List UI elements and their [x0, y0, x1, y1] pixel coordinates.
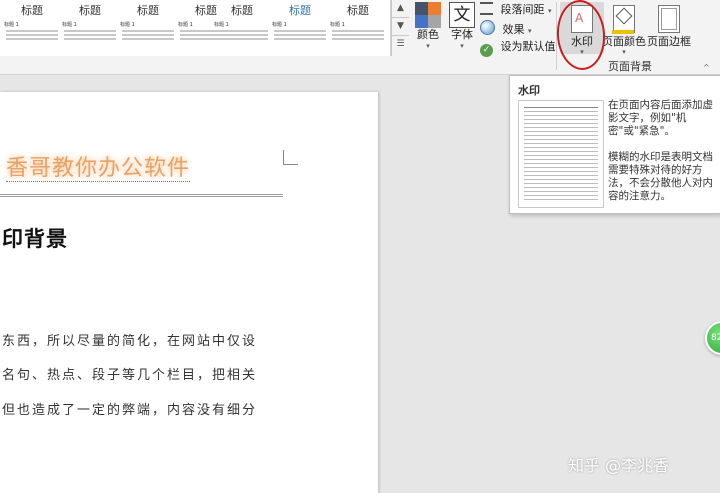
set-default-button[interactable]: ✓ 设为默认值: [480, 38, 556, 57]
style-thumb-lines: [330, 30, 386, 40]
style-thumb-title: 标题: [137, 4, 159, 17]
fonts-button[interactable]: 文 字体 ▾: [446, 2, 478, 50]
chevron-down-icon: ▾: [622, 48, 626, 56]
floating-badge[interactable]: 82: [705, 321, 720, 355]
effects-label: 效果: [502, 23, 525, 36]
header-divider: [0, 194, 283, 197]
effects-button[interactable]: 效果 ▾: [480, 20, 532, 37]
chevron-down-icon: ▾: [426, 42, 430, 50]
document-page[interactable]: 香哥教你办公软件 印背景 东西，所以尽量的简化，在网站中仅设 名句、热点、段子等…: [0, 92, 378, 493]
style-thumb-lines: [62, 30, 118, 40]
page-color-label: 页面颜色: [602, 35, 646, 48]
style-thumb-6[interactable]: 标题 标题 1: [272, 4, 328, 52]
style-thumb-3[interactable]: 标题 标题 1: [120, 4, 176, 52]
style-thumb-7[interactable]: 标题 标题 1: [330, 4, 386, 52]
tooltip-title: 水印: [518, 84, 540, 97]
style-thumb-lines: [272, 30, 328, 40]
style-thumb-1[interactable]: 标题 标题 1: [4, 4, 60, 52]
font-icon: 文: [449, 2, 475, 28]
set-default-label: 设为默认值: [500, 40, 556, 53]
gallery-scroll: ▲ ▼ ☰: [391, 0, 409, 56]
tooltip-description-2: 模糊的水印是表明文档需要特殊对待的好方法，不会分散他人对内容的注意力。: [608, 151, 713, 202]
colors-icon: [415, 2, 441, 28]
tooltip-preview-image: [518, 100, 604, 208]
gallery-down-icon[interactable]: ▼: [392, 18, 409, 36]
margin-corner-mark: [283, 150, 298, 165]
source-watermark: 知乎 @李兆香: [568, 456, 670, 475]
collapse-ribbon-icon[interactable]: ^: [703, 63, 710, 72]
page-border-label: 页面边框: [647, 35, 691, 48]
paragraph-spacing-button[interactable]: 段落间距 ▾: [480, 1, 552, 18]
ribbon: 标题 标题 1 标题 标题 1 标题 标题 1 标题 标题 1 标题 标题 1 …: [0, 0, 720, 75]
colors-button[interactable]: 颜色 ▾: [412, 2, 444, 50]
page-background-group-label: 页面背景: [608, 60, 652, 73]
style-thumb-lines: [214, 30, 270, 40]
style-thumb-title: 标题: [231, 4, 253, 17]
document-line: 名句、热点、段子等几个栏目，把相关: [2, 368, 258, 383]
style-thumb-lines: [120, 30, 176, 40]
style-thumb-title: 标题: [289, 4, 311, 17]
document-line: 东西，所以尽量的简化，在网站中仅设: [2, 334, 258, 349]
style-thumb-sub: 标题 1: [330, 22, 345, 28]
paragraph-spacing-icon: [480, 2, 493, 15]
gallery-up-icon[interactable]: ▲: [392, 0, 409, 18]
style-thumb-title: 标题: [21, 4, 43, 17]
chevron-down-icon: ▾: [460, 42, 464, 50]
style-thumb-title: 标题: [79, 4, 101, 17]
page-color-button[interactable]: 页面颜色 ▾: [602, 2, 646, 56]
colors-label: 颜色: [417, 28, 439, 41]
tooltip-description-1: 在页面内容后面添加虚影文字，例如"机密"或"紧急"。: [608, 99, 713, 137]
style-thumb-sub: 标题 1: [4, 22, 19, 28]
gallery-more-icon[interactable]: ☰: [392, 36, 409, 53]
document-line: 但也造成了一定的弊端，内容没有细分: [2, 403, 258, 418]
page-border-button[interactable]: 页面边框: [646, 2, 692, 48]
style-thumb-sub: 标题 1: [120, 22, 135, 28]
header-text: 香哥教你办公软件: [6, 156, 191, 182]
effects-icon: [480, 20, 495, 35]
document-heading: 印背景: [2, 226, 68, 251]
page-color-icon: [612, 5, 635, 34]
watermark-tooltip: 水印 在页面内容后面添加虚影文字，例如"机密"或"紧急"。 模糊的水印是表明文档…: [509, 75, 720, 214]
style-gallery[interactable]: 标题 标题 1 标题 标题 1 标题 标题 1 标题 标题 1 标题 标题 1 …: [0, 0, 391, 56]
style-thumb-lines: [4, 30, 60, 40]
style-thumb-title: 标题: [347, 4, 369, 17]
header-watermark-text: 香哥教你办公软件: [6, 150, 191, 182]
style-thumb-2[interactable]: 标题 标题 1: [62, 4, 118, 52]
check-icon: ✓: [480, 44, 493, 57]
fonts-label: 字体: [451, 28, 473, 41]
style-thumb-sub: 标题 1: [214, 22, 229, 28]
paragraph-spacing-label: 段落间距: [500, 3, 545, 16]
style-thumb-sub: 标题 1: [272, 22, 287, 28]
style-thumb-sub: 标题 1: [62, 22, 77, 28]
style-thumb-5[interactable]: 标题 标题 1: [214, 4, 270, 52]
page-border-icon: [658, 5, 680, 33]
